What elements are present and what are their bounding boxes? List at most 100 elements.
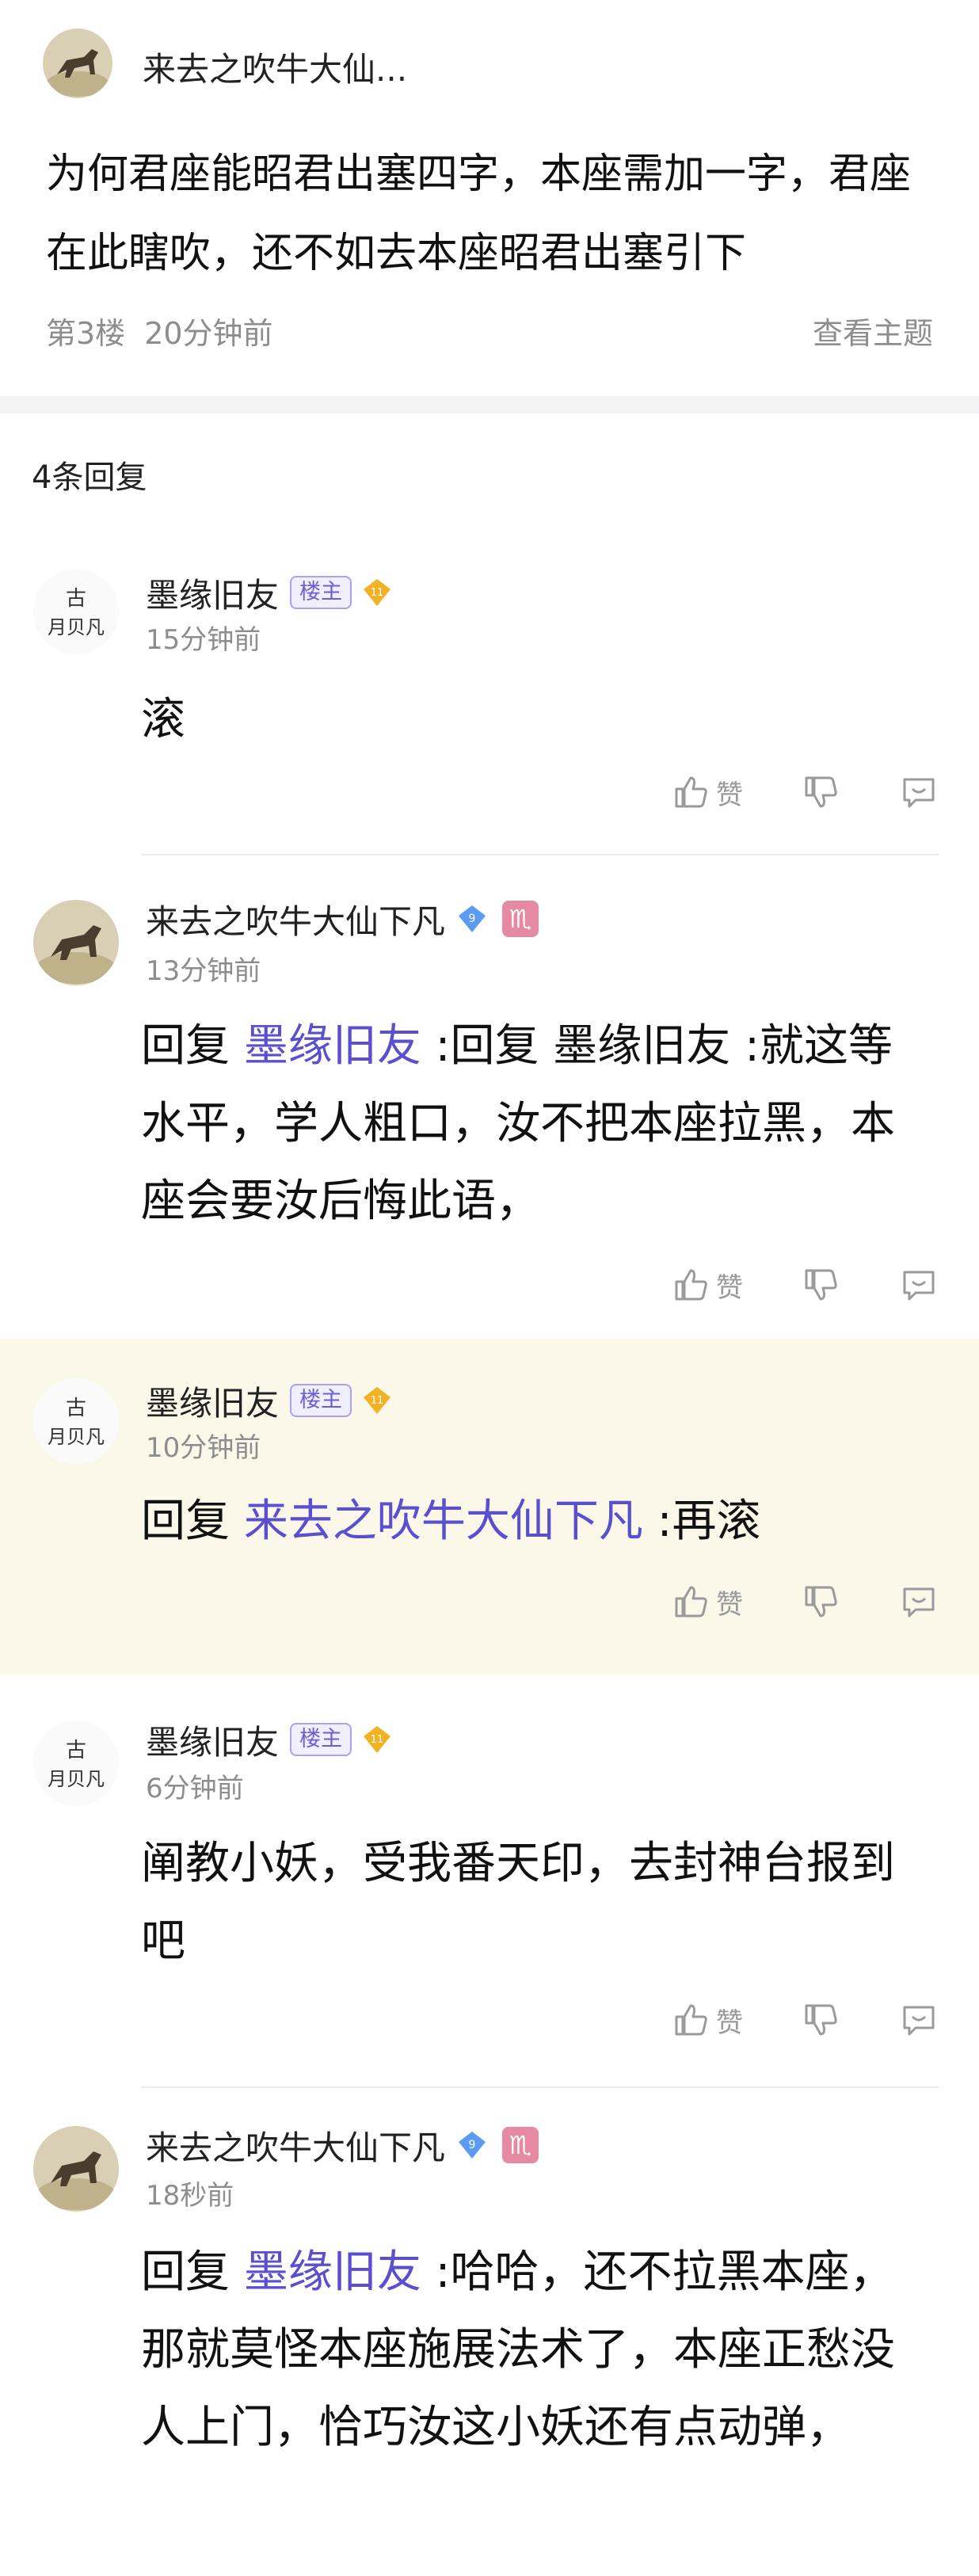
comment-button[interactable] (898, 1999, 939, 2041)
reply-author[interactable]: 墨缘旧友 (146, 569, 279, 617)
svg-text:月贝凡: 月贝凡 (48, 1768, 105, 1790)
host-badge: 楼主 (290, 576, 352, 609)
floor-number: 第3楼 (46, 316, 126, 351)
avatar-horse[interactable] (33, 2126, 119, 2212)
host-badge: 楼主 (290, 1723, 352, 1756)
top-post-author[interactable]: 来去之吹牛大仙... (143, 43, 407, 91)
reply-text: 滚 (141, 694, 185, 745)
reply-time: 18秒前 (146, 2180, 234, 2212)
reply-name-row: 墨缘旧友 楼主 11 (146, 1716, 393, 1763)
mention-link[interactable]: 墨缘旧友 (244, 2246, 421, 2298)
mention-link[interactable]: 来去之吹牛大仙下凡 (244, 1496, 643, 1547)
reply-actions: 赞 (670, 1581, 939, 1622)
top-post: 来去之吹牛大仙... 为何君座能昭君出塞四字，本座需加一字，君座在此瞎吹，还不如… (0, 0, 979, 396)
mention-link[interactable]: 墨缘旧友 (244, 1020, 421, 1072)
reply-item: 古月贝凡 墨缘旧友 楼主 11 6分钟前 阐教小妖，受我番天印，去封神台报到吧 … (0, 1675, 979, 2094)
reply-item: 古月贝凡 墨缘旧友 楼主 11 15分钟前 滚 赞 (0, 547, 979, 863)
reply-prefix: 回复 (141, 1496, 244, 1547)
comment-icon (903, 2006, 935, 2036)
like-button[interactable]: 赞 (670, 772, 743, 813)
level-diamond-icon: 11 (364, 1387, 391, 1414)
top-post-meta: 第3楼 20分钟前 (46, 309, 273, 352)
reply-item-highlighted: 古月贝凡 墨缘旧友 楼主 11 10分钟前 回复 来去之吹牛大仙下凡 :再滚 赞 (0, 1339, 979, 1675)
dislike-button[interactable] (800, 1264, 841, 1305)
reply-actions: 赞 (670, 772, 939, 813)
comment-button[interactable] (898, 772, 939, 813)
section-divider (0, 396, 979, 413)
reply-time: 10分钟前 (146, 1432, 261, 1464)
svg-text:11: 11 (371, 1734, 384, 1746)
svg-text:古: 古 (66, 587, 86, 611)
reply-count: 4条回复 (32, 459, 147, 496)
reply-content: 滚 (141, 681, 933, 759)
svg-text:月贝凡: 月贝凡 (48, 616, 105, 638)
comment-icon (903, 778, 935, 808)
comment-icon (903, 1271, 935, 1301)
thumb-down-icon (805, 1269, 837, 1301)
svg-text:古: 古 (66, 1397, 86, 1420)
svg-text:9: 9 (469, 913, 476, 925)
level-diamond-icon: 9 (459, 905, 486, 932)
dislike-button[interactable] (800, 1581, 841, 1622)
reply-name-row: 来去之吹牛大仙下凡 9 ♏ (146, 2121, 539, 2169)
level-diamond-icon: 11 (364, 579, 391, 606)
reply-actions: 赞 (670, 1999, 939, 2041)
comment-icon (903, 1587, 935, 1618)
dislike-button[interactable] (800, 772, 841, 813)
comment-button[interactable] (898, 1581, 939, 1622)
avatar-calligraphy[interactable]: 古月贝凡 (33, 569, 119, 654)
reply-separator (141, 2086, 939, 2088)
reply-name-row: 墨缘旧友 楼主 11 (146, 1377, 393, 1424)
reply-content: 回复 墨缘旧友 :哈哈，还不拉黑本座，那就莫怪本座施展法术了，本座正愁没人上门，… (141, 2234, 933, 2467)
reply-name-row: 墨缘旧友 楼主 11 (146, 569, 393, 616)
comment-button[interactable] (898, 1264, 939, 1305)
reply-item: 来去之吹牛大仙下凡 9 ♏ 18秒前 回复 墨缘旧友 :哈哈，还不拉黑本座，那就… (0, 2094, 979, 2576)
reply-prefix: 回复 (141, 2246, 244, 2298)
thumb-down-icon (805, 776, 837, 808)
svg-text:11: 11 (371, 587, 384, 599)
top-post-content: 为何君座能昭君出塞四字，本座需加一字，君座在此瞎吹，还不如去本座昭君出塞引下 (46, 151, 912, 277)
reply-name-row: 来去之吹牛大仙下凡 9 ♏ (146, 895, 539, 943)
svg-text:月贝凡: 月贝凡 (48, 1426, 105, 1448)
thumb-down-icon (805, 1586, 837, 1618)
level-diamond-icon: 9 (459, 2132, 486, 2159)
reply-author[interactable]: 墨缘旧友 (146, 1377, 279, 1425)
reply-item: 来去之吹牛大仙下凡 9 ♏ 13分钟前 回复 墨缘旧友 :回复 墨缘旧友 :就这… (0, 871, 979, 1339)
reply-time: 15分钟前 (146, 624, 261, 656)
reply-text: :再滚 (642, 1496, 761, 1547)
reply-time: 13分钟前 (146, 955, 261, 987)
like-button[interactable]: 赞 (670, 1999, 743, 2041)
svg-text:11: 11 (371, 1395, 384, 1407)
reply-content: 回复 来去之吹牛大仙下凡 :再滚 (141, 1483, 933, 1560)
thumb-up-icon (675, 1586, 707, 1618)
scorpio-icon: ♏ (502, 901, 539, 937)
thumb-up-icon (675, 776, 707, 808)
reply-time: 6分钟前 (146, 1773, 244, 1804)
reply-separator (141, 854, 939, 855)
reply-author[interactable]: 墨缘旧友 (146, 1716, 279, 1764)
svg-text:9: 9 (469, 2139, 476, 2151)
level-diamond-icon: 11 (364, 1726, 391, 1753)
thumb-up-icon (675, 2004, 707, 2036)
dislike-button[interactable] (800, 1999, 841, 2041)
thumb-down-icon (805, 2004, 837, 2036)
reply-actions: 赞 (670, 1264, 939, 1305)
like-button[interactable]: 赞 (670, 1264, 743, 1305)
thumb-up-icon (675, 1269, 707, 1301)
view-topic-link[interactable]: 查看主题 (813, 309, 933, 352)
svg-text:古: 古 (66, 1739, 86, 1762)
avatar-calligraphy[interactable]: 古月贝凡 (33, 1378, 119, 1464)
scorpio-icon: ♏ (502, 2127, 539, 2163)
post-time: 20分钟前 (144, 316, 273, 351)
avatar-horse[interactable] (33, 900, 119, 985)
reply-content: 回复 墨缘旧友 :回复 墨缘旧友 :就这等水平，学人粗口，汝不把本座拉黑，本座会… (141, 1008, 933, 1240)
avatar-calligraphy[interactable]: 古月贝凡 (33, 1721, 119, 1806)
reply-author[interactable]: 来去之吹牛大仙下凡 (146, 895, 445, 943)
reply-author[interactable]: 来去之吹牛大仙下凡 (146, 2121, 445, 2170)
reply-text: 阐教小妖，受我番天印，去封神台报到吧 (141, 1838, 895, 1967)
avatar-horse[interactable] (43, 29, 112, 98)
reply-prefix: 回复 (141, 1020, 244, 1072)
host-badge: 楼主 (290, 1384, 352, 1417)
reply-content: 阐教小妖，受我番天印，去封神台报到吧 (141, 1825, 933, 1980)
like-button[interactable]: 赞 (670, 1581, 743, 1622)
